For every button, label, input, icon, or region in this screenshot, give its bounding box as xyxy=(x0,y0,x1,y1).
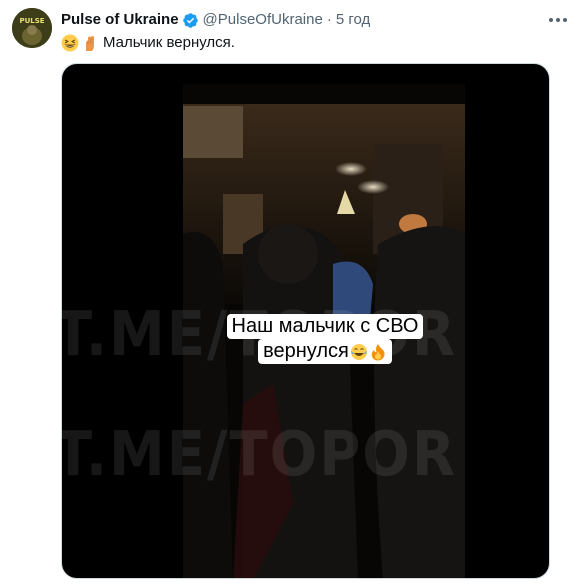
grinning-squinting-face-emoji-icon xyxy=(61,34,79,52)
caption-line-2: вернулся xyxy=(258,339,392,364)
tweet-header: Pulse of Ukraine @PulseOfUkraine · 5 год xyxy=(61,10,370,30)
separator-dot: · xyxy=(326,11,332,28)
display-name[interactable]: Pulse of Ukraine xyxy=(61,10,179,30)
tweet[interactable]: PULSE Pulse of Ukraine @PulseOfUkraine ·… xyxy=(0,0,582,587)
watermark-bottom: T.ME/TOPOR xyxy=(61,418,457,491)
svg-text:PULSE: PULSE xyxy=(19,17,44,25)
verified-badge-icon xyxy=(182,12,198,28)
face-with-tears-of-joy-emoji-icon xyxy=(350,343,367,360)
caption-line-1: Наш мальчик с СВО xyxy=(226,314,424,339)
video-caption: Наш мальчик с СВО вернулся xyxy=(221,314,429,364)
video-media[interactable]: T.ME/TOPOR T.ME/TOPOR Наш мальчик с СВО … xyxy=(61,63,550,579)
pulse-of-ukraine-avatar-icon: PULSE xyxy=(12,8,52,48)
avatar[interactable]: PULSE xyxy=(12,8,52,48)
caption-line-2-text: вернулся xyxy=(263,340,349,362)
user-handle[interactable]: @PulseOfUkraine xyxy=(203,10,323,30)
tweet-text: Мальчик вернулся. xyxy=(61,33,235,53)
more-options-icon[interactable] xyxy=(546,8,570,32)
tweet-body: Мальчик вернулся. xyxy=(103,34,235,51)
tweet-timestamp[interactable]: 5 год xyxy=(336,10,370,30)
raised-fist-emoji-icon xyxy=(86,36,94,51)
fire-emoji-icon xyxy=(371,343,385,360)
